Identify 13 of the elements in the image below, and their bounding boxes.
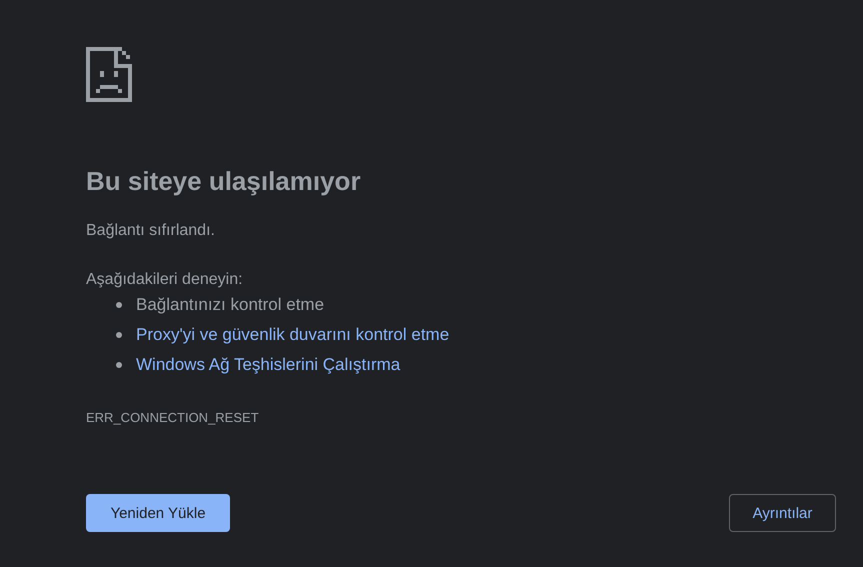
suggestions-heading: Aşağıdakileri deneyin:: [86, 270, 244, 290]
sad-page-icon: [86, 47, 132, 102]
bullet-icon: [116, 362, 122, 368]
error-title: Bu siteye ulaşılamıyor: [86, 166, 362, 196]
details-button[interactable]: Ayrıntılar: [729, 494, 836, 532]
bullet-icon: [116, 332, 122, 338]
reload-button[interactable]: Yeniden Yükle: [86, 494, 230, 532]
bullet-icon: [116, 302, 122, 308]
suggestion-link[interactable]: Proxy'yi ve güvenlik duvarını kontrol etme: [136, 325, 450, 345]
error-code: ERR_CONNECTION_RESET: [86, 410, 260, 425]
suggestion-text: Bağlantınızı kontrol etme: [136, 295, 324, 315]
error-message: Bağlantı sıfırlandı.: [86, 221, 216, 241]
suggestion-link[interactable]: Windows Ağ Teşhislerini Çalıştırma: [136, 355, 400, 375]
